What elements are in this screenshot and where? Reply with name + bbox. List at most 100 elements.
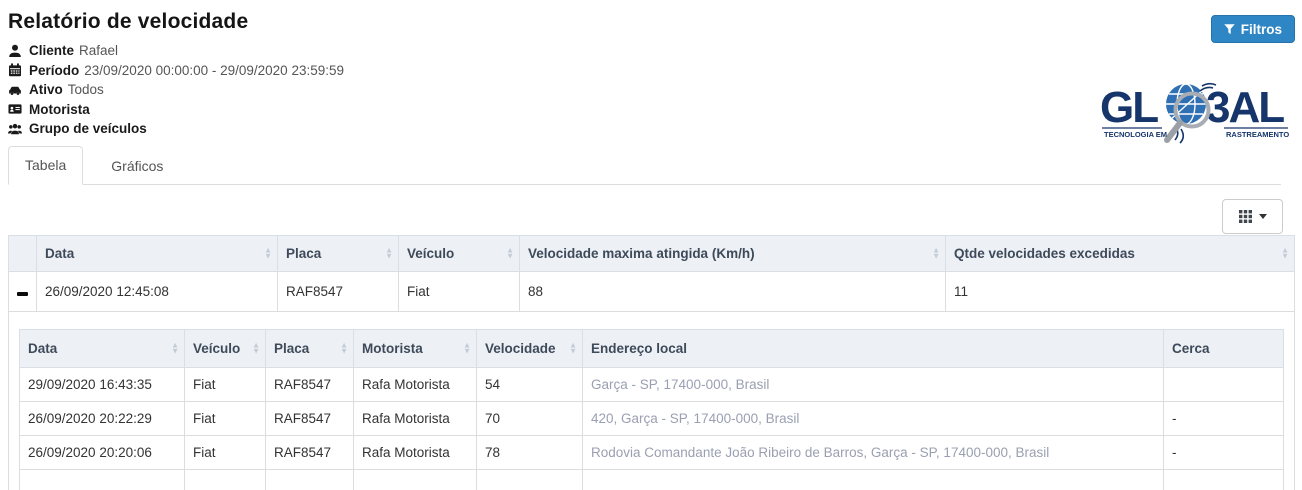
tab-tabela[interactable]: Tabela [8, 146, 83, 185]
meta-label: Grupo de veículos [29, 121, 147, 136]
filters-button[interactable]: Filtros [1211, 15, 1295, 43]
cell-placa: RAF8547 [278, 271, 399, 311]
logo-text-right: 3AL [1206, 83, 1284, 132]
filters-button-label: Filtros [1241, 22, 1282, 37]
tab-graficos[interactable]: Gráficos [95, 148, 179, 185]
table-cell [354, 469, 477, 490]
meta-line-periodo: Período 23/09/2020 00:00:00 - 29/09/2020… [8, 61, 1302, 81]
cell-velocidade: 70 [477, 401, 583, 435]
meta-label: Motorista [29, 102, 90, 117]
columns-dropdown-button[interactable] [1222, 199, 1283, 234]
meta-value: Rafael [79, 43, 118, 58]
sort-icon: ▲▼ [569, 343, 577, 354]
address-link[interactable]: Rodovia Comandante João Ribeiro de Barro… [583, 435, 1164, 469]
detail-table: Data ▲▼ Veículo ▲▼ Placa ▲▼ [19, 329, 1284, 490]
table-cell [477, 469, 583, 490]
cell-velocidade: 54 [477, 367, 583, 401]
car-icon [8, 83, 24, 97]
tab-label: Tabela [25, 157, 66, 173]
column-label: Data [28, 341, 57, 356]
cell-qtde-excedidas: 11 [946, 271, 1295, 311]
column-header-data[interactable]: Data ▲▼ [37, 235, 278, 271]
sort-icon: ▲▼ [932, 248, 940, 259]
global-logo: GL 3AL TECNOLOGIA EM RASTREAMENTO [1100, 82, 1290, 144]
id-card-icon [8, 102, 24, 116]
column-label: Velocidade maxima atingida (Km/h) [528, 246, 755, 261]
cell-velocidade-maxima: 88 [520, 271, 946, 311]
calendar-icon [8, 63, 24, 77]
column-label: Veículo [193, 341, 240, 356]
column-header-velocidade-maxima[interactable]: Velocidade maxima atingida (Km/h) ▲▼ [520, 235, 946, 271]
table-cell [583, 469, 1164, 490]
logo-tagline-left: TECNOLOGIA EM [1104, 130, 1167, 139]
page-title: Relatório de velocidade [8, 10, 1302, 34]
cell-data: 26/09/2020 20:22:29 [20, 401, 185, 435]
tab-bar: Tabela Gráficos [8, 146, 1281, 185]
cell-veiculo: Fiat [399, 271, 520, 311]
logo-text-left: GL [1100, 83, 1158, 132]
table-cell [1164, 469, 1284, 490]
cell-placa: RAF8547 [266, 435, 354, 469]
table-row: 26/09/2020 12:45:08 RAF8547 Fiat 88 11 [9, 271, 1295, 311]
table-cell [185, 469, 266, 490]
cell-placa: RAF8547 [266, 367, 354, 401]
user-icon [8, 44, 24, 58]
column-label: Placa [286, 246, 321, 261]
grid-icon [1239, 210, 1252, 223]
meta-value: Todos [68, 82, 104, 97]
table-cell [266, 469, 354, 490]
summary-table: Data ▲▼ Placa ▲▼ Veículo ▲▼ Velocidade m… [8, 235, 1295, 490]
column-label: Velocidade [485, 341, 556, 356]
sort-icon: ▲▼ [171, 343, 179, 354]
column-header-data[interactable]: Data ▲▼ [20, 329, 185, 367]
cell-veiculo: Fiat [185, 401, 266, 435]
table-toolbar [0, 185, 1302, 235]
column-header-veiculo[interactable]: Veículo ▲▼ [399, 235, 520, 271]
cell-motorista: Rafa Motorista [354, 435, 477, 469]
column-header-placa[interactable]: Placa ▲▼ [266, 329, 354, 367]
cell-cerca [1164, 367, 1284, 401]
cell-veiculo: Fiat [185, 435, 266, 469]
address-link[interactable]: 420, Garça - SP, 17400-000, Brasil [583, 401, 1164, 435]
expand-column-header [9, 235, 37, 271]
address-link[interactable]: Garça - SP, 17400-000, Brasil [583, 367, 1164, 401]
cell-cerca: - [1164, 435, 1284, 469]
column-header-endereco: Endereço local [583, 329, 1164, 367]
meta-label: Cliente [29, 43, 74, 58]
column-label: Veículo [407, 246, 454, 261]
sort-icon: ▲▼ [1281, 248, 1289, 259]
sort-icon: ▲▼ [463, 343, 471, 354]
table-row: 29/09/2020 16:43:35 Fiat RAF8547 Rafa Mo… [20, 367, 1284, 401]
sort-icon: ▲▼ [252, 343, 260, 354]
column-header-placa[interactable]: Placa ▲▼ [278, 235, 399, 271]
logo-tagline-right: RASTREAMENTO [1226, 130, 1289, 139]
funnel-icon [1224, 24, 1235, 35]
column-header-cerca: Cerca [1164, 329, 1284, 367]
cell-veiculo: Fiat [185, 367, 266, 401]
cell-data: 26/09/2020 12:45:08 [37, 271, 278, 311]
column-label: Motorista [362, 341, 423, 356]
cell-placa: RAF8547 [266, 401, 354, 435]
table-row: 26/09/2020 20:20:06 Fiat RAF8547 Rafa Mo… [20, 435, 1284, 469]
column-label: Placa [274, 341, 309, 356]
sort-icon: ▲▼ [264, 248, 272, 259]
detail-header-row: Data ▲▼ Veículo ▲▼ Placa ▲▼ [20, 329, 1284, 367]
column-label: Qtde velocidades excedidas [954, 246, 1135, 261]
detail-row: Data ▲▼ Veículo ▲▼ Placa ▲▼ [9, 311, 1295, 490]
cell-motorista: Rafa Motorista [354, 367, 477, 401]
column-header-velocidade[interactable]: Velocidade ▲▼ [477, 329, 583, 367]
cell-data: 26/09/2020 20:20:06 [20, 435, 185, 469]
column-header-veiculo[interactable]: Veículo ▲▼ [185, 329, 266, 367]
column-header-motorista[interactable]: Motorista ▲▼ [354, 329, 477, 367]
meta-label: Período [29, 63, 79, 78]
meta-value: 23/09/2020 00:00:00 - 29/09/2020 23:59:5… [84, 63, 344, 78]
sort-icon: ▲▼ [506, 248, 514, 259]
collapse-row-toggle[interactable] [9, 271, 37, 311]
column-header-qtde-excedidas[interactable]: Qtde velocidades excedidas ▲▼ [946, 235, 1295, 271]
cell-data: 29/09/2020 16:43:35 [20, 367, 185, 401]
table-cell [20, 469, 185, 490]
column-label: Endereço local [591, 341, 687, 356]
table-row [20, 469, 1284, 490]
cell-motorista: Rafa Motorista [354, 401, 477, 435]
column-label: Cerca [1172, 341, 1210, 356]
